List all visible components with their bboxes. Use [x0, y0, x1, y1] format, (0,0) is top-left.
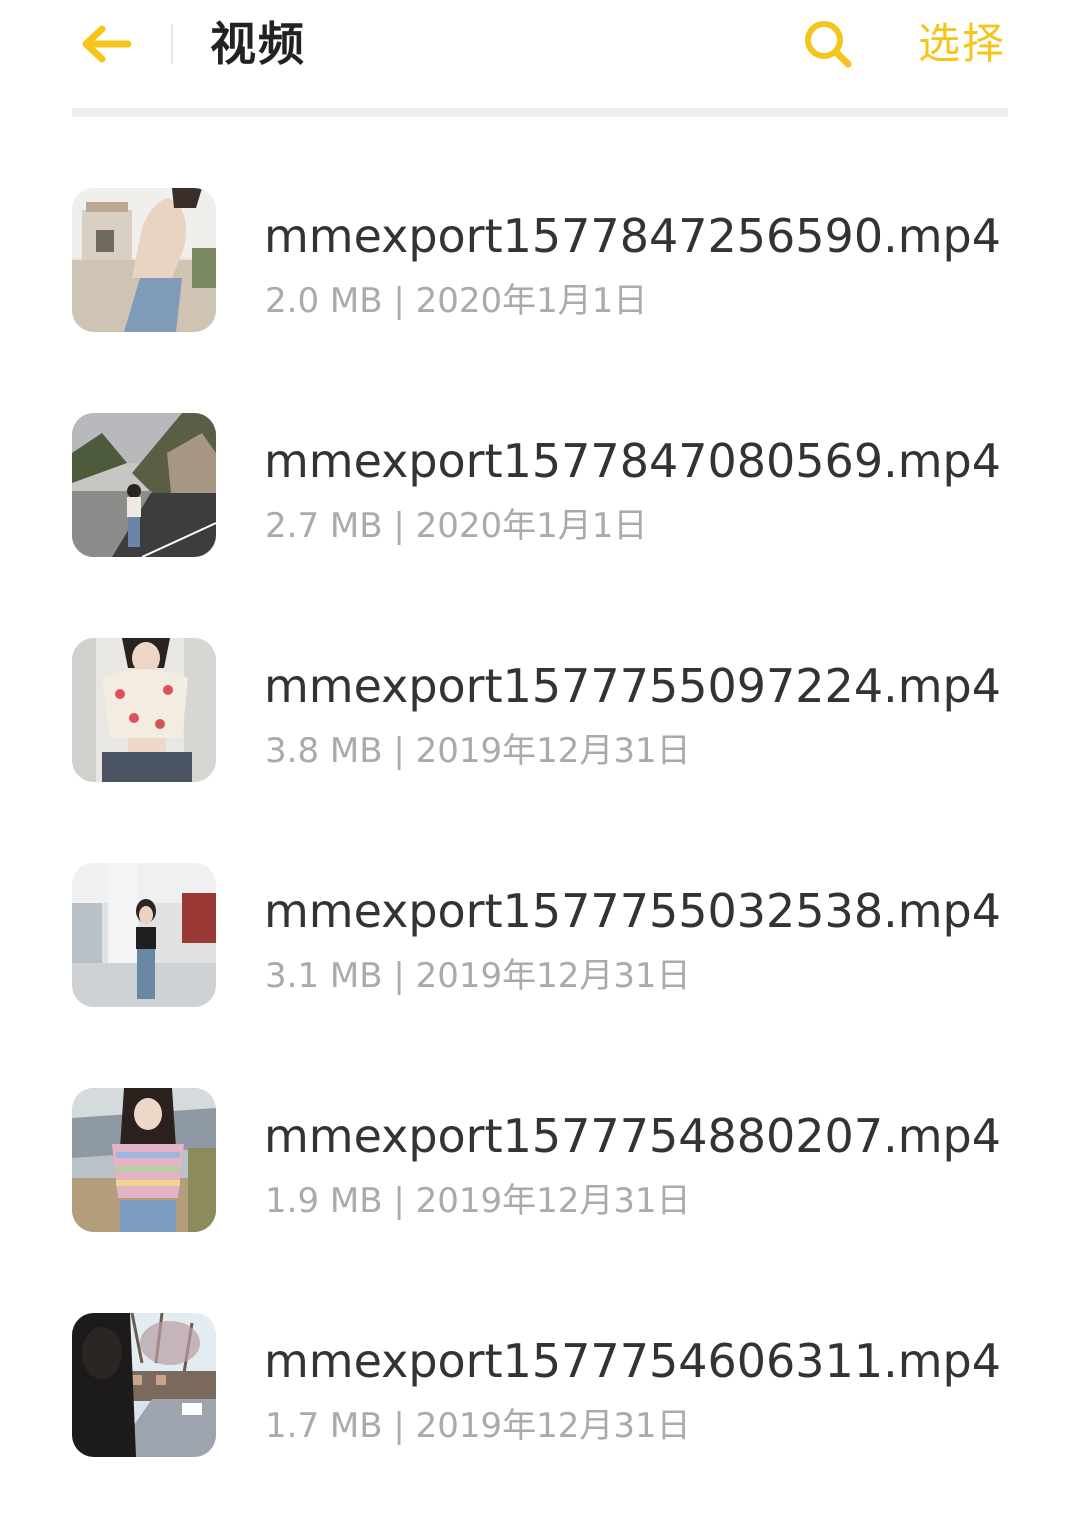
list-item[interactable]: mmexport1577755032538.mp4 3.1 MB | 2019年… [0, 863, 1079, 1088]
file-meta: 2.7 MB | 2020年1月1日 [265, 506, 648, 546]
header-divider [171, 24, 173, 64]
file-name: mmexport1577847256590.mp4 [264, 209, 1001, 263]
list-item[interactable]: mmexport1577754606311.mp4 1.7 MB | 2019年… [0, 1313, 1079, 1538]
file-meta: 3.1 MB | 2019年12月31日 [265, 956, 691, 996]
search-icon [805, 21, 852, 68]
file-meta: 3.8 MB | 2019年12月31日 [265, 731, 691, 771]
file-meta: 2.0 MB | 2020年1月1日 [265, 281, 648, 321]
list-item[interactable]: mmexport1577847080569.mp4 2.7 MB | 2020年… [0, 413, 1079, 638]
video-thumbnail [72, 638, 216, 782]
top-bar: 视频 选择 [0, 0, 1079, 110]
list-item[interactable]: mmexport1577755097224.mp4 3.8 MB | 2019年… [0, 638, 1079, 863]
page-title: 视频 [210, 17, 306, 71]
file-name: mmexport1577755032538.mp4 [264, 884, 1001, 938]
video-list: mmexport1577847256590.mp4 2.0 MB | 2020年… [0, 188, 1079, 1538]
file-name: mmexport1577754606311.mp4 [264, 1334, 1001, 1388]
header-separator [72, 108, 1008, 117]
file-name: mmexport1577754880207.mp4 [264, 1109, 1001, 1163]
arrow-left-icon [82, 25, 132, 63]
list-item[interactable]: mmexport1577754880207.mp4 1.9 MB | 2019年… [0, 1088, 1079, 1313]
file-meta: 1.9 MB | 2019年12月31日 [265, 1181, 691, 1221]
search-button[interactable] [798, 14, 858, 74]
video-thumbnail [72, 1313, 216, 1457]
back-button[interactable] [76, 14, 136, 74]
file-name: mmexport1577755097224.mp4 [264, 659, 1001, 713]
list-item[interactable]: mmexport1577847256590.mp4 2.0 MB | 2020年… [0, 188, 1079, 413]
video-thumbnail [72, 863, 216, 1007]
video-thumbnail [72, 413, 216, 557]
file-name: mmexport1577847080569.mp4 [264, 434, 1001, 488]
file-meta: 1.7 MB | 2019年12月31日 [265, 1406, 691, 1446]
video-thumbnail [72, 188, 216, 332]
select-button[interactable]: 选择 [918, 14, 1006, 74]
video-thumbnail [72, 1088, 216, 1232]
